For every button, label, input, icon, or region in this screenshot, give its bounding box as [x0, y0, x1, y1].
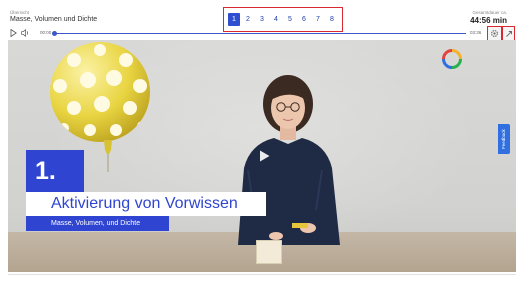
video-player[interactable]: Feedback: [8, 40, 516, 272]
play-icon[interactable]: [257, 149, 271, 163]
chapter-number: 1.: [26, 150, 84, 192]
expand-icon: [505, 30, 512, 37]
balloon-neck: [104, 140, 112, 172]
course-title: Masse, Volumen und Dichte: [10, 16, 98, 23]
page-6-button[interactable]: 6: [298, 13, 310, 26]
page-3-button[interactable]: 3: [256, 13, 268, 26]
current-time: 00:00: [40, 30, 52, 35]
bottom-area: [0, 272, 516, 300]
presenter-figure: [238, 75, 340, 245]
page-1-button[interactable]: 1: [228, 13, 240, 26]
balloon-image: [50, 42, 150, 142]
settings-button[interactable]: [487, 26, 502, 41]
page-4-button[interactable]: 4: [270, 13, 282, 26]
page-7-button[interactable]: 7: [312, 13, 324, 26]
page-5-button[interactable]: 5: [284, 13, 296, 26]
expand-button[interactable]: [502, 26, 515, 41]
divider: [8, 274, 516, 275]
duration-value: 44:56 min: [470, 16, 507, 25]
chapter-subtitle: Masse, Volumen, und Dichte: [26, 216, 169, 231]
page-8-button[interactable]: 8: [326, 13, 338, 26]
wooden-block: [256, 240, 282, 264]
volume-icon[interactable]: [21, 29, 30, 37]
duration-label: Gesamtdauer ca.: [472, 10, 507, 15]
breadcrumb-label[interactable]: Übersicht: [10, 10, 29, 15]
brand-logo: [442, 49, 462, 69]
total-time: 03:36: [470, 30, 482, 35]
top-bar: Übersicht Masse, Volumen und Dichte 1 2 …: [0, 0, 516, 41]
feedback-tab[interactable]: Feedback: [498, 124, 510, 154]
page-2-button[interactable]: 2: [242, 13, 254, 26]
progress-track[interactable]: [54, 33, 466, 34]
chapter-title: Aktivierung von Vorwissen: [26, 192, 266, 216]
play-icon[interactable]: [10, 29, 17, 37]
progress-handle[interactable]: [52, 31, 57, 36]
settings-icon: [491, 30, 498, 37]
page-navigation: 1 2 3 4 5 6 7 8: [223, 7, 343, 32]
